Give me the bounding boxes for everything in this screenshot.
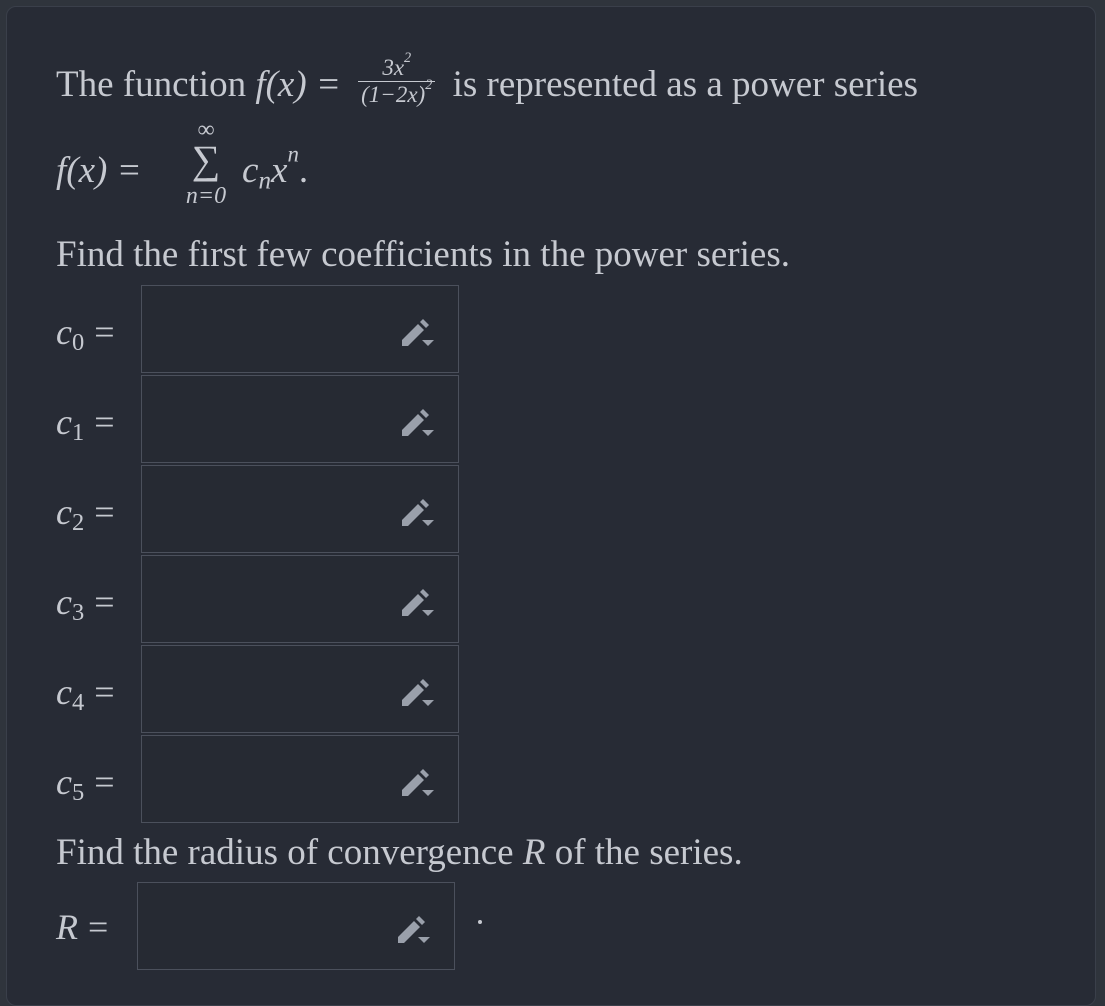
coefficient-label-c3: c3 = [56,581,115,627]
series-term: cnxn. [242,142,309,193]
coef-equals: = [94,492,115,532]
pencil-dropdown-icon[interactable] [396,764,436,798]
coef-subscript: 5 [71,779,85,807]
series-lhs: f(x) = [56,150,142,191]
radius-label: R = [56,906,108,948]
coefficient-label-c4: c4 = [56,671,115,717]
coefficient-label-c1: c1 = [56,401,115,447]
pencil-dropdown-icon[interactable] [396,674,436,708]
find-radius-text: Find the radius of convergence R of the … [56,834,743,871]
coefficient-input-c5[interactable] [141,735,459,823]
sum-lower-limit: n=0 [185,183,227,209]
series-exponent: n [287,141,299,167]
coefficient-label-c0: c0 = [56,311,115,357]
summation: ∞ ∑ n=0 [176,118,236,208]
coef-var: c [56,402,72,442]
pencil-dropdown-icon[interactable] [396,584,436,618]
coef-var: c [56,672,72,712]
coef-subscript: 4 [71,689,85,717]
series-coefficient: c [242,150,259,191]
radius-var: R [56,907,78,947]
intro-prefix: The function [56,64,247,106]
series-subscript: n [258,167,272,195]
coef-var: c [56,582,72,622]
fraction-denominator: (1−2x) [361,82,426,108]
find-coefficients-text: Find the first few coefficients in the p… [56,234,790,275]
coefficient-input-c4[interactable] [141,645,459,733]
pencil-dropdown-icon[interactable] [396,404,436,438]
coefficient-input-c0[interactable] [141,285,459,373]
find-radius-prefix: Find the radius of convergence [56,832,514,873]
coef-var: c [56,312,72,352]
coef-subscript: 1 [71,419,85,447]
coef-var: c [56,762,72,802]
series-period: . [298,150,309,191]
coefficient-label-c5: c5 = [56,761,115,807]
fraction-numerator: 3x [382,55,405,80]
coefficient-label-c2: c2 = [56,491,115,537]
coef-equals: = [94,402,115,442]
function-lhs: f(x) = [255,64,341,106]
intro-line: The function f(x) = 3x2 (1−2x)2 is repre… [56,51,918,113]
coef-subscript: 0 [71,329,85,357]
numerator-exponent: 2 [404,50,412,67]
radius-equals: = [88,907,109,947]
pencil-dropdown-icon[interactable] [396,494,436,528]
radius-variable: R [522,832,546,873]
pencil-dropdown-icon[interactable] [392,911,432,945]
denominator-exponent: 2 [425,77,433,94]
coef-var: c [56,492,72,532]
find-radius-suffix: of the series. [554,832,743,873]
radius-period [478,920,482,924]
function-fraction: 3x2 (1−2x)2 [358,51,436,108]
coef-subscript: 3 [71,599,85,627]
coef-equals: = [94,312,115,352]
coef-equals: = [94,762,115,802]
radius-input[interactable] [137,882,455,970]
intro-suffix: is represented as a power series [452,64,918,106]
pencil-dropdown-icon[interactable] [396,314,436,348]
coef-subscript: 2 [71,509,85,537]
sigma-symbol: ∑ [191,137,221,182]
coefficient-input-c3[interactable] [141,555,459,643]
coefficient-input-c1[interactable] [141,375,459,463]
series-x: x [271,150,288,191]
coef-equals: = [94,582,115,622]
coef-equals: = [94,672,115,712]
coefficient-input-c2[interactable] [141,465,459,553]
